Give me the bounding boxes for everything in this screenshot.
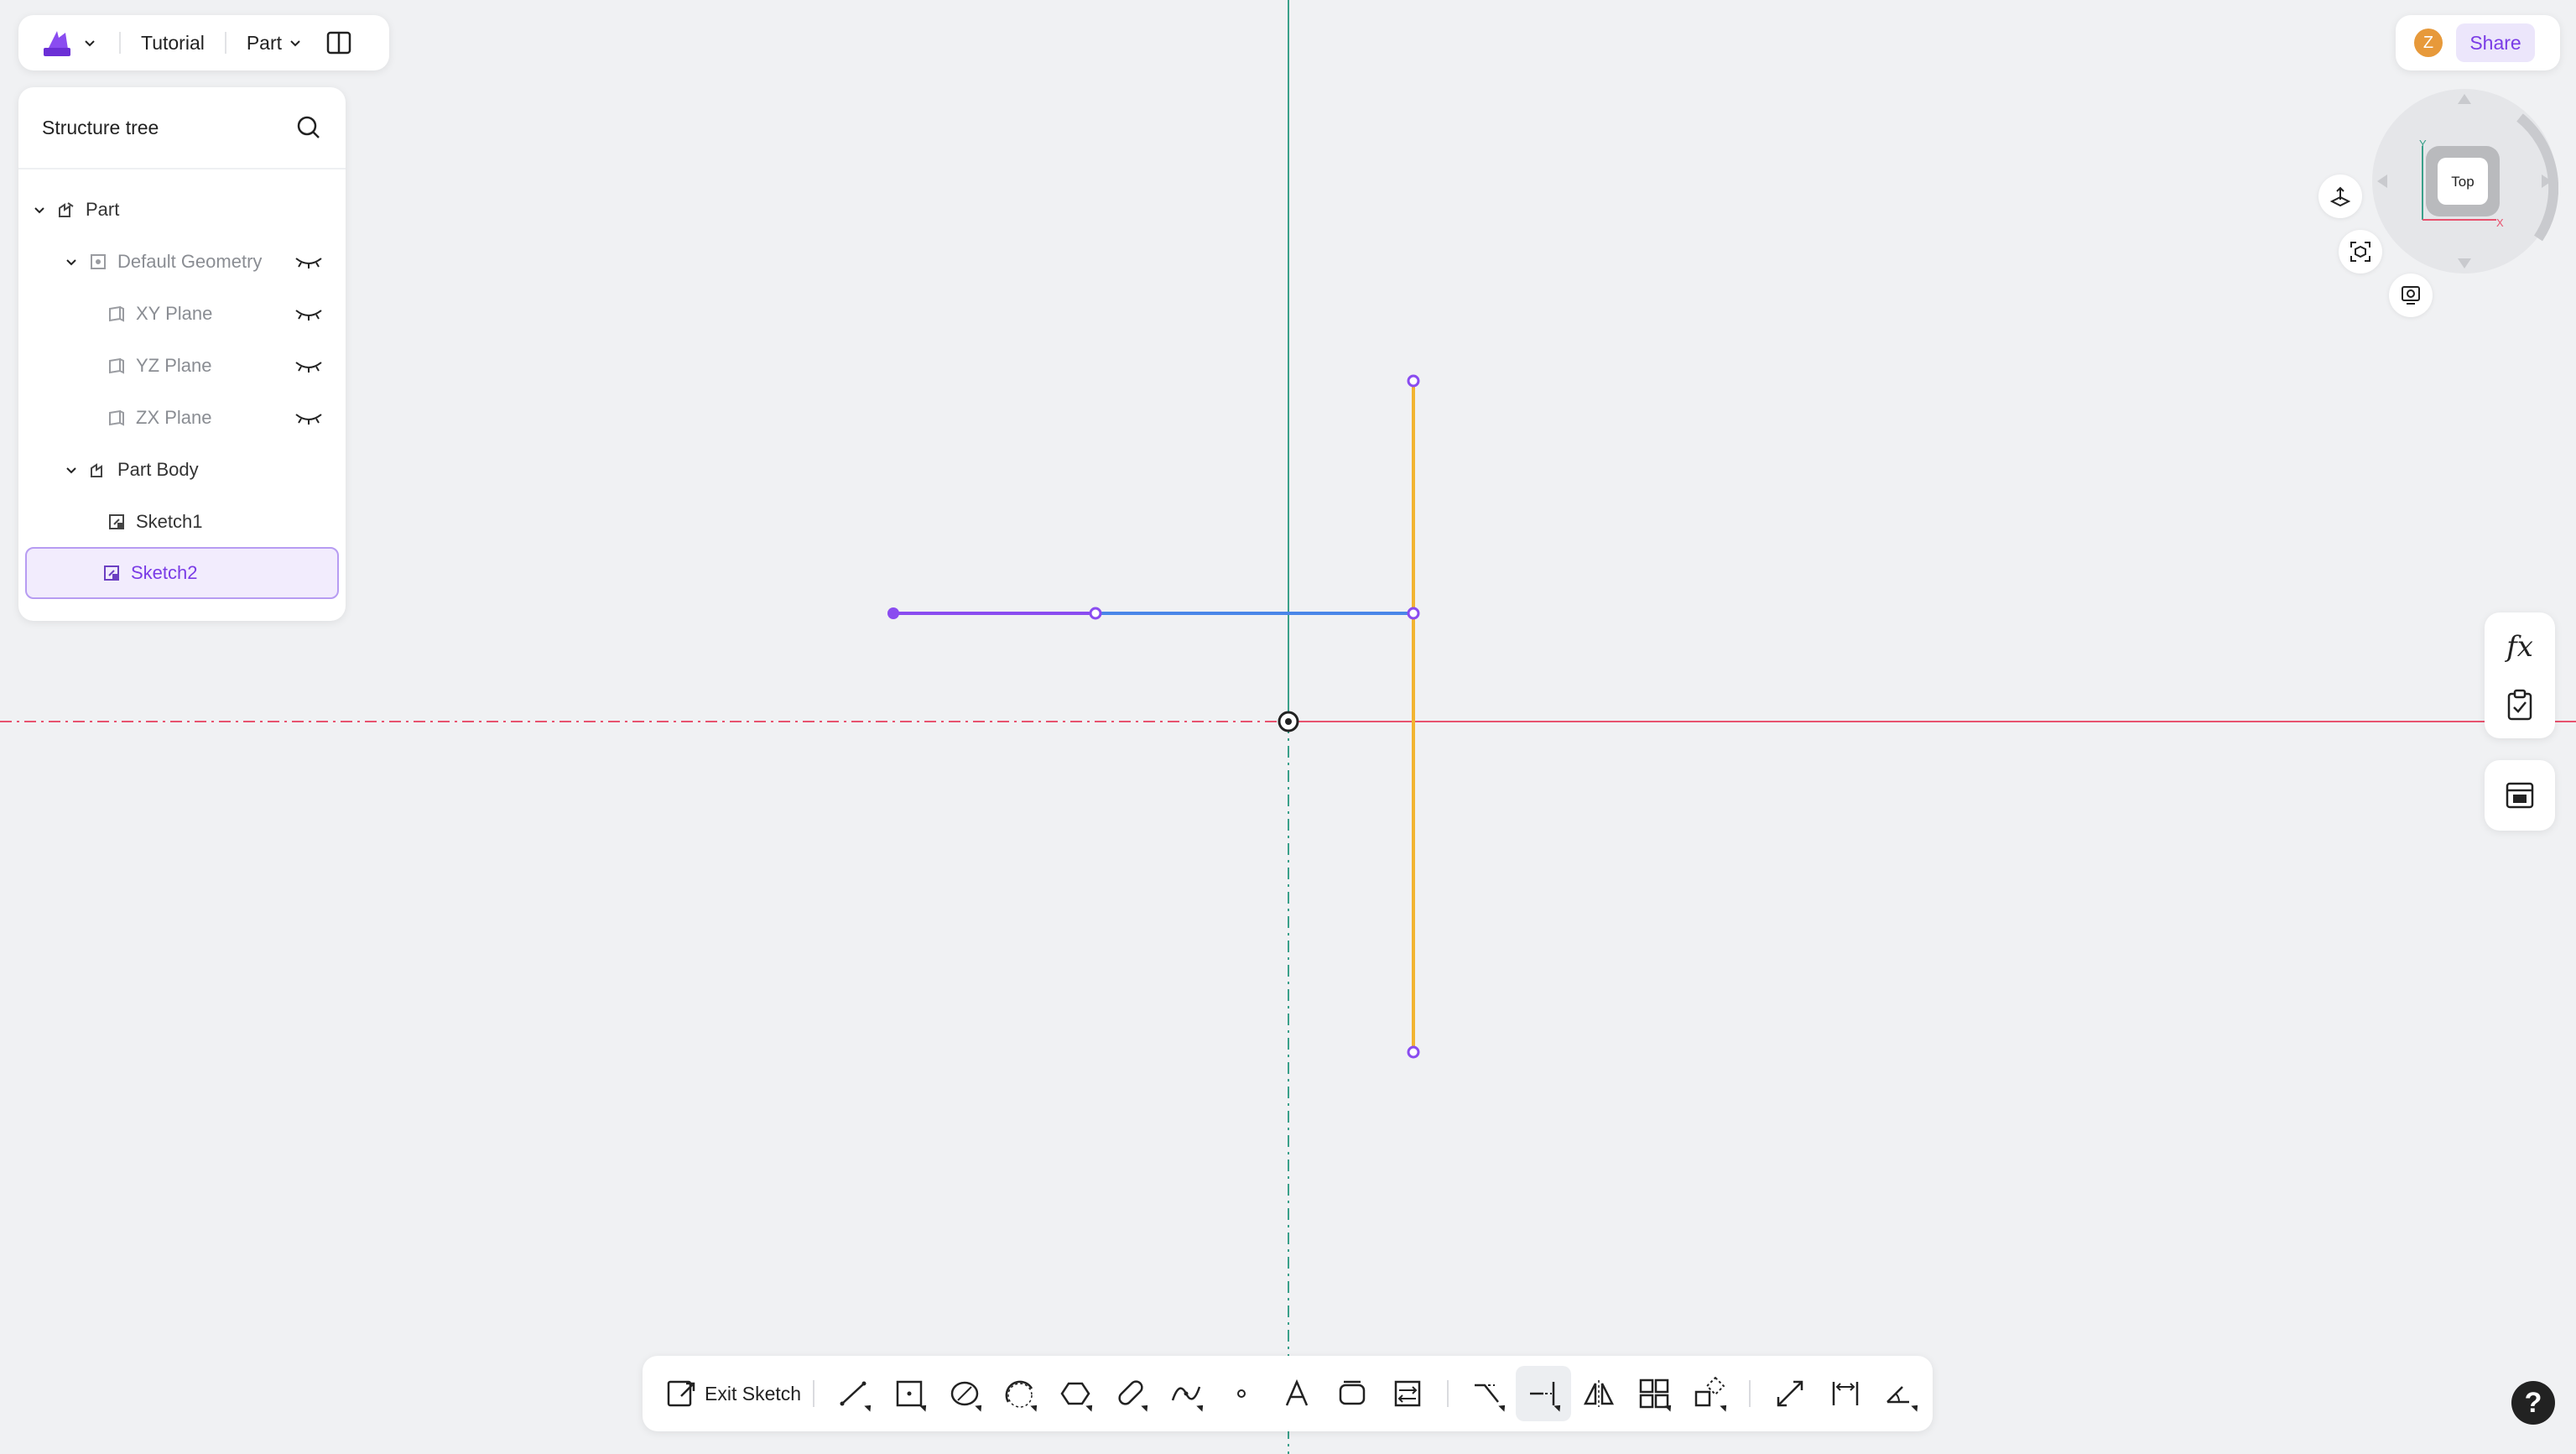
tree-item-label: Default Geometry bbox=[117, 251, 263, 272]
toolbar-divider bbox=[1447, 1380, 1449, 1407]
tree-item-label: Part bbox=[86, 199, 120, 220]
circle-tool-icon[interactable] bbox=[937, 1366, 992, 1421]
part-icon bbox=[55, 199, 77, 221]
toolbar-divider bbox=[813, 1380, 815, 1407]
project-name[interactable]: Tutorial bbox=[141, 32, 205, 55]
dimension-tool-icon[interactable] bbox=[1818, 1366, 1873, 1421]
side-tools-panel: fx bbox=[2485, 612, 2555, 738]
sketch-icon bbox=[106, 511, 127, 533]
plane-icon bbox=[106, 303, 127, 325]
exit-sketch-button[interactable]: Exit Sketch bbox=[666, 1379, 801, 1408]
display-mode-icon[interactable] bbox=[2389, 274, 2433, 317]
chevron-down-icon[interactable] bbox=[81, 34, 99, 52]
clipboard-check-icon[interactable] bbox=[2501, 686, 2538, 723]
tree-item-sketch1[interactable]: Sketch1 bbox=[99, 497, 203, 547]
fillet-tool-icon[interactable] bbox=[1324, 1366, 1380, 1421]
tree-item-yz-plane[interactable]: YZ Plane bbox=[99, 341, 322, 391]
trim-tool-icon[interactable] bbox=[1460, 1366, 1516, 1421]
eye-closed-icon[interactable] bbox=[294, 305, 324, 322]
tree-item-label: XY Plane bbox=[136, 303, 213, 324]
plane-icon bbox=[106, 407, 127, 429]
tree-item-part-body[interactable]: Part Body bbox=[62, 445, 199, 495]
origin-marker[interactable] bbox=[1278, 711, 1299, 732]
share-panel: Z Share bbox=[2396, 15, 2560, 70]
polygon-tool-icon[interactable] bbox=[1048, 1366, 1103, 1421]
text-tool-icon[interactable] bbox=[1269, 1366, 1324, 1421]
app-logo-icon[interactable] bbox=[37, 23, 77, 63]
tree-item-label: Sketch2 bbox=[131, 562, 198, 583]
formula-icon[interactable]: fx bbox=[2501, 628, 2538, 665]
geometry-icon bbox=[87, 251, 109, 273]
avatar[interactable]: Z bbox=[2414, 29, 2443, 57]
plane-icon bbox=[106, 355, 127, 377]
sketch-point[interactable] bbox=[1407, 374, 1420, 388]
top-bar: Tutorial Part bbox=[18, 15, 389, 70]
structure-tree-title: Structure tree bbox=[42, 116, 159, 138]
orient-view-icon[interactable] bbox=[2318, 175, 2362, 218]
sketch-point[interactable] bbox=[1089, 607, 1102, 620]
toggle-panel-icon[interactable] bbox=[322, 26, 356, 60]
arc-tool-icon[interactable] bbox=[992, 1366, 1048, 1421]
tree-item-label: Sketch1 bbox=[136, 511, 203, 532]
spline-tool-icon[interactable] bbox=[1158, 1366, 1214, 1421]
fit-view-icon[interactable] bbox=[2339, 230, 2382, 274]
slot-tool-icon[interactable] bbox=[1103, 1366, 1158, 1421]
chevron-down-icon[interactable] bbox=[30, 201, 49, 219]
sketch-icon bbox=[101, 562, 122, 584]
view-cube-face-label: Top bbox=[2451, 174, 2474, 190]
tree-item-default-geometry[interactable]: Default Geometry bbox=[62, 237, 322, 287]
search-icon[interactable] bbox=[295, 114, 322, 141]
tree-item-xy-plane[interactable]: XY Plane bbox=[99, 289, 322, 339]
tree-item-label: Part Body bbox=[117, 459, 199, 480]
structure-tree-panel: Structure tree Part Default Geometry XY … bbox=[18, 87, 346, 621]
pattern-tool-icon[interactable] bbox=[1626, 1366, 1682, 1421]
view-cube[interactable]: Top Y X bbox=[2370, 87, 2558, 275]
chevron-down-icon[interactable] bbox=[62, 461, 81, 479]
chevron-down-icon[interactable] bbox=[62, 253, 81, 271]
divider bbox=[119, 32, 121, 54]
convert-tool-icon[interactable] bbox=[1762, 1366, 1818, 1421]
rectangle-tool-icon[interactable] bbox=[882, 1366, 937, 1421]
sketch-point[interactable] bbox=[887, 607, 899, 619]
eye-closed-icon[interactable] bbox=[294, 357, 324, 374]
tree-item-label: YZ Plane bbox=[136, 355, 212, 376]
chevron-down-icon bbox=[290, 40, 300, 47]
eye-closed-icon[interactable] bbox=[294, 253, 324, 270]
exit-sketch-icon bbox=[667, 1380, 695, 1407]
share-button[interactable]: Share bbox=[2456, 23, 2535, 62]
tree-item-label: ZX Plane bbox=[136, 407, 212, 428]
toolbar-divider bbox=[1749, 1380, 1751, 1407]
extend-tool-icon[interactable] bbox=[1516, 1366, 1572, 1421]
offset-tool-icon[interactable] bbox=[1380, 1366, 1435, 1421]
tree-item-zx-plane[interactable]: ZX Plane bbox=[99, 393, 322, 443]
sketch-point[interactable] bbox=[1407, 1045, 1420, 1059]
transform-tool-icon[interactable] bbox=[1682, 1366, 1737, 1421]
line-tool-icon[interactable] bbox=[826, 1366, 882, 1421]
view-cube-axis-y: Y bbox=[2419, 138, 2427, 150]
structure-tree-header: Structure tree bbox=[18, 87, 346, 169]
tree-item-sketch2[interactable]: Sketch2 bbox=[25, 547, 339, 599]
sketch-canvas[interactable] bbox=[0, 0, 2576, 1454]
view-cube-axis-x: X bbox=[2496, 216, 2504, 229]
sketch-toolbar: Exit Sketch bbox=[643, 1356, 1933, 1431]
help-button[interactable]: ? bbox=[2511, 1381, 2555, 1425]
angle-tool-icon[interactable] bbox=[1873, 1366, 1928, 1421]
mode-selector[interactable]: Part bbox=[247, 32, 302, 55]
exit-sketch-label: Exit Sketch bbox=[705, 1382, 802, 1404]
mode-label: Part bbox=[246, 31, 283, 54]
table-icon[interactable] bbox=[2501, 777, 2538, 814]
body-icon bbox=[87, 459, 109, 481]
point-tool-icon[interactable] bbox=[1214, 1366, 1269, 1421]
sketch-point[interactable] bbox=[1407, 607, 1420, 620]
eye-closed-icon[interactable] bbox=[294, 409, 324, 426]
divider bbox=[224, 32, 226, 54]
mirror-tool-icon[interactable] bbox=[1571, 1366, 1626, 1421]
side-tools-panel-2 bbox=[2485, 760, 2555, 831]
tree-item-part[interactable]: Part bbox=[30, 185, 119, 235]
